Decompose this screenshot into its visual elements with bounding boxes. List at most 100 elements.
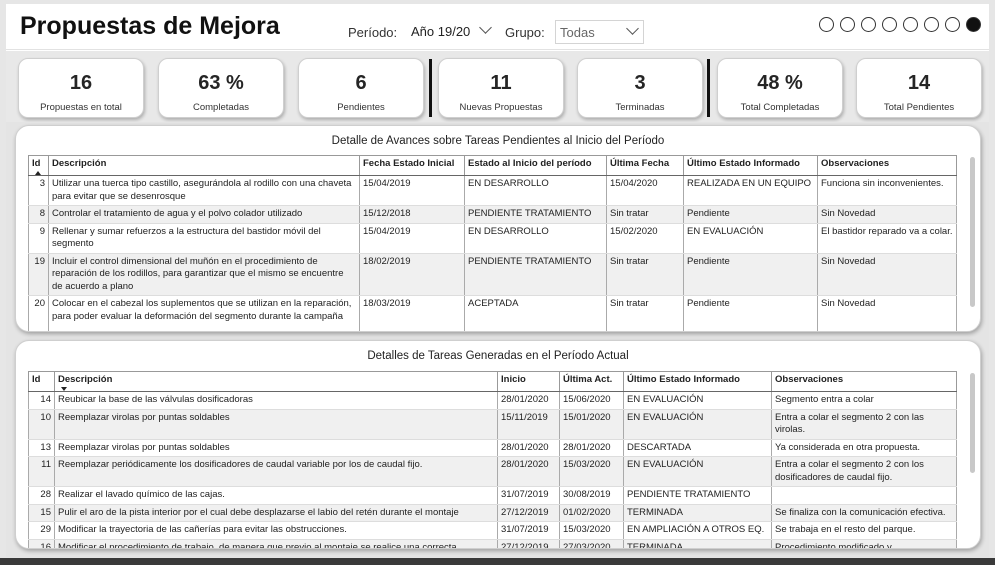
cell-inicio: 28/01/2020: [497, 439, 560, 457]
kpi-divider: [429, 59, 432, 117]
kpi-card-total: 16 Propuestas en total: [18, 58, 144, 118]
pending-table-scrollbar[interactable]: [970, 157, 975, 307]
table-row[interactable]: 29 Modificar la trayectoria de las cañer…: [28, 521, 957, 540]
col-header-observaciones[interactable]: Observaciones: [771, 371, 957, 392]
kpi-card-terminadas: 3 Terminadas: [577, 58, 703, 118]
table-row[interactable]: 11 Reemplazar periódicamente los dosific…: [28, 456, 957, 487]
cell-observaciones: Ya considerada en otra propuesta.: [771, 439, 957, 457]
kpi-label: Total Completadas: [740, 102, 820, 113]
col-header-ultimo-estado[interactable]: Último Estado Informado: [623, 371, 772, 392]
col-header-id[interactable]: Id: [28, 155, 49, 176]
periodo-select-value: Año 19/20: [411, 24, 471, 39]
cell-ultimo-estado: PENDIENTE TRATAMIENTO: [623, 486, 772, 505]
cell-ultima-act: 27/03/2020: [559, 539, 624, 548]
col-header-id[interactable]: Id: [28, 371, 55, 392]
kpi-label: Completadas: [193, 102, 249, 113]
cell-id: 15: [28, 504, 55, 522]
cell-inicio: 15/11/2019: [497, 409, 560, 440]
periodo-select[interactable]: Año 19/20: [407, 20, 496, 44]
page-dot[interactable]: [840, 17, 855, 32]
cell-inicio: 31/07/2019: [497, 486, 560, 505]
cell-id: 3: [28, 175, 49, 206]
page-dot[interactable]: [903, 17, 918, 32]
cell-estado-inicio: PENDIENTE TRATAMIENTO: [464, 205, 607, 224]
table-row[interactable]: 28 Realizar el lavado químico de las caj…: [28, 486, 957, 505]
table-row[interactable]: 19 Incluir el control dimensional del mu…: [28, 253, 957, 296]
kpi-card-total-pendientes: 14 Total Pendientes: [856, 58, 982, 118]
cell-descripcion: Realizar el lavado químico de las cajas.: [54, 486, 498, 505]
page-dot[interactable]: [819, 17, 834, 32]
cell-observaciones: Se finaliza con la comunicación efectiva…: [771, 504, 957, 522]
cell-observaciones: Sin Novedad: [817, 205, 957, 224]
kpi-card-completadas: 63 % Completadas: [158, 58, 284, 118]
col-header-ultimo-estado[interactable]: Último Estado Informado: [683, 155, 818, 176]
table-row[interactable]: 13 Reemplazar virolas por puntas soldabl…: [28, 439, 957, 457]
cell-observaciones: Sin Novedad: [817, 253, 957, 296]
cell-descripcion: Rellenar y sumar refuerzos a la estructu…: [48, 223, 360, 254]
cell-fecha: 15/04/2019: [359, 223, 465, 254]
kpi-value: 6: [355, 72, 367, 94]
cell-ultima-fecha: Sin tratar: [606, 253, 684, 296]
page-dot[interactable]: [924, 17, 939, 32]
cell-ultima-act: 28/01/2020: [559, 439, 624, 457]
cell-ultimo-estado: EN EVALUACIÓN: [623, 391, 772, 410]
current-table-scrollbar[interactable]: [970, 373, 975, 473]
cell-observaciones: [771, 486, 957, 505]
page-dot-active[interactable]: [966, 17, 981, 32]
table-row[interactable]: 3 Utilizar una tuerca tipo castillo, ase…: [28, 175, 957, 206]
cell-observaciones: El bastidor reparado va a colar.: [817, 223, 957, 254]
kpi-label: Total Pendientes: [883, 102, 955, 113]
table-row[interactable]: 8 Controlar el tratamiento de agua y el …: [28, 205, 957, 224]
kpi-label: Terminadas: [615, 102, 665, 113]
col-header-fecha-estado-inicial[interactable]: Fecha Estado Inicial: [359, 155, 465, 176]
table-row[interactable]: 10 Reemplazar virolas por puntas soldabl…: [28, 409, 957, 440]
cell-ultima-fecha: 15/04/2020: [606, 175, 684, 206]
col-header-observaciones[interactable]: Observaciones: [817, 155, 957, 176]
table-row[interactable]: 9 Rellenar y sumar refuerzos a la estruc…: [28, 223, 957, 254]
cell-observaciones: Procedimiento modificado y: [771, 539, 957, 548]
page-title: Propuestas de Mejora: [20, 12, 280, 40]
sort-ascending-icon: [35, 171, 41, 175]
col-header-inicio[interactable]: Inicio: [497, 371, 560, 392]
cell-ultimo-estado: EN EVALUACIÓN: [683, 223, 818, 254]
table-row[interactable]: 15 Pulir el aro de la pista interior por…: [28, 504, 957, 522]
kpi-value: 63 %: [198, 72, 244, 94]
header-bar: Propuestas de Mejora Período: Año 19/20 …: [6, 4, 989, 50]
cell-ultima-fecha: Sin tratar: [606, 295, 684, 331]
kpi-strip: 16 Propuestas en total 63 % Completadas …: [6, 51, 989, 123]
cell-inicio: 27/12/2019: [497, 504, 560, 522]
kpi-label: Pendientes: [337, 102, 385, 113]
cell-ultimo-estado: TERMINADA: [623, 539, 772, 548]
table-header-row: Id Descripción Fecha Estado Inicial Esta…: [28, 155, 957, 176]
kpi-value: 48 %: [757, 72, 803, 94]
cell-fecha: 15/04/2019: [359, 175, 465, 206]
col-header-estado-inicio[interactable]: Estado al Inicio del período: [464, 155, 607, 176]
page-dot[interactable]: [861, 17, 876, 32]
cell-estado-inicio: EN DESARROLLO: [464, 223, 607, 254]
cell-ultimo-estado: Pendiente: [683, 205, 818, 224]
kpi-value: 3: [634, 72, 646, 94]
grupo-select[interactable]: Todas: [555, 20, 644, 44]
cell-id: 14: [28, 391, 55, 410]
cell-observaciones: Funciona sin inconvenientes.: [817, 175, 957, 206]
table-row[interactable]: 16 Modificar el procedimiento de trabajo…: [28, 539, 957, 548]
col-header-descripcion[interactable]: Descripción: [54, 371, 498, 392]
kpi-label: Propuestas en total: [40, 102, 122, 113]
cell-ultima-fecha: 15/02/2020: [606, 223, 684, 254]
cell-ultima-act: 15/01/2020: [559, 409, 624, 440]
page-dot[interactable]: [882, 17, 897, 32]
sort-descending-icon: [61, 387, 67, 391]
cell-id: 29: [28, 521, 55, 540]
cell-estado-inicio: PENDIENTE TRATAMIENTO: [464, 253, 607, 296]
cell-inicio: 27/12/2019: [497, 539, 560, 548]
cell-ultima-fecha: Sin tratar: [606, 205, 684, 224]
page-dot[interactable]: [945, 17, 960, 32]
cell-descripcion: Utilizar una tuerca tipo castillo, asegu…: [48, 175, 360, 206]
col-header-descripcion[interactable]: Descripción: [48, 155, 360, 176]
cell-id: 28: [28, 486, 55, 505]
col-header-ultima-fecha[interactable]: Última Fecha: [606, 155, 684, 176]
table-header-row: Id Descripción Inicio Última Act. Último…: [28, 371, 957, 392]
table-row[interactable]: 14 Reubicar la base de las válvulas dosi…: [28, 391, 957, 410]
table-row[interactable]: 20 Colocar en el cabezal los suplementos…: [28, 295, 957, 331]
col-header-ultima-act[interactable]: Última Act.: [559, 371, 624, 392]
